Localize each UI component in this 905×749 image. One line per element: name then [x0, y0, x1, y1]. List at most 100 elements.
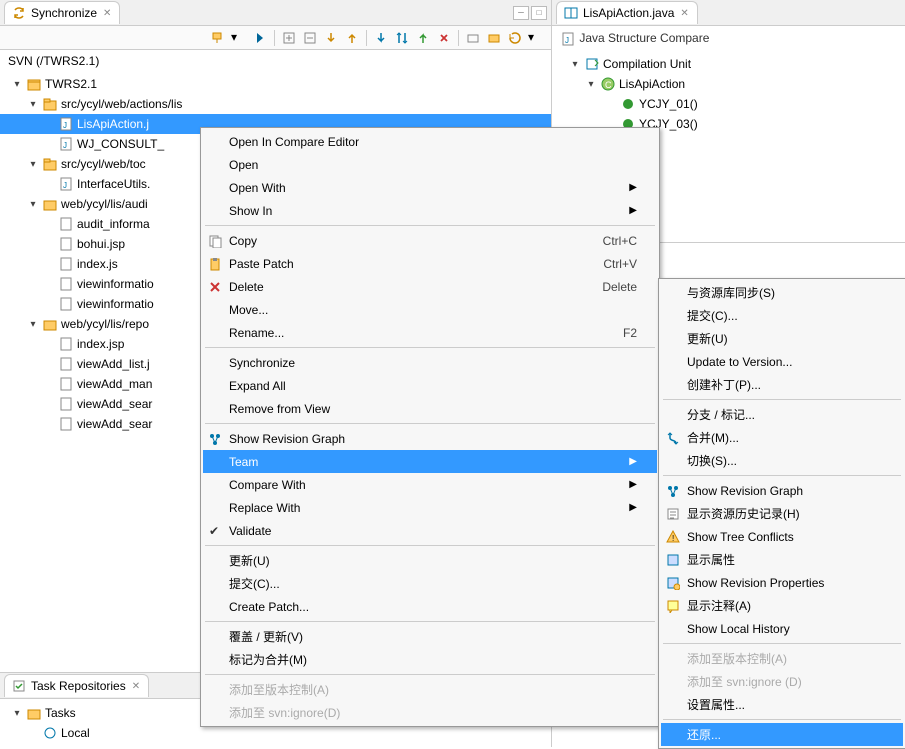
incoming-icon[interactable] [372, 29, 390, 47]
menu-item[interactable]: 提交(C)... [661, 304, 903, 327]
menu-item-label: 添加至 svn:ignore(D) [229, 704, 340, 721]
menu-item[interactable]: Show Revision Graph [203, 427, 657, 450]
expand-icon[interactable] [280, 29, 298, 47]
delete-icon [207, 279, 223, 295]
menu-item[interactable]: Show Revision Properties [661, 571, 903, 594]
menu-item[interactable]: 提交(C)... [203, 572, 657, 595]
java-file-icon: J [58, 136, 74, 152]
close-icon[interactable]: ✕ [132, 681, 140, 692]
folder-icon [42, 196, 58, 212]
menu-item[interactable]: Replace With▶ [203, 496, 657, 519]
commit-icon[interactable] [485, 29, 503, 47]
menu-item[interactable]: Move... [203, 298, 657, 321]
menu-item[interactable]: ✔Validate [203, 519, 657, 542]
menu-item[interactable]: 标记为合并(M) [203, 648, 657, 671]
menu-item[interactable]: Open In Compare Editor [203, 130, 657, 153]
close-icon[interactable]: ✕ [680, 8, 688, 19]
java-icon: J [560, 31, 576, 47]
menu-item[interactable]: Paste PatchCtrl+V [203, 252, 657, 275]
dropdown-icon[interactable]: ▾ [230, 29, 248, 47]
jsp-file-icon [58, 296, 74, 312]
menu-item[interactable]: 与资源库同步(S) [661, 281, 903, 304]
jsp-file-icon [58, 236, 74, 252]
tab-task-repositories[interactable]: Task Repositories ✕ [4, 674, 149, 697]
refresh-icon[interactable] [506, 29, 524, 47]
outgoing-icon[interactable] [414, 29, 432, 47]
menu-item[interactable]: DeleteDelete [203, 275, 657, 298]
menu-item[interactable]: Create Patch... [203, 595, 657, 618]
menu-item[interactable]: Compare With▶ [203, 473, 657, 496]
menu-separator [663, 719, 901, 720]
structure-tree: ▾Compilation Unit ▾CLisApiAction ·YCJY_0… [552, 52, 905, 136]
menu-separator [663, 475, 901, 476]
folder-icon [26, 705, 42, 721]
merge-icon [665, 430, 681, 446]
menu-item[interactable]: CopyCtrl+C [203, 229, 657, 252]
menu-item[interactable]: 合并(M)... [661, 426, 903, 449]
paste-icon [207, 256, 223, 272]
menu-item[interactable]: 切换(S)... [661, 449, 903, 472]
menu-item[interactable]: Open [203, 153, 657, 176]
conflict-icon[interactable] [435, 29, 453, 47]
menu-item[interactable]: Update to Version... [661, 350, 903, 373]
jsp-file-icon [58, 356, 74, 372]
menu-item[interactable]: Show In▶ [203, 199, 657, 222]
menu-item[interactable]: 还原... [661, 723, 903, 746]
menu-icon[interactable]: ▾ [527, 29, 545, 47]
menu-item[interactable]: Show Local History [661, 617, 903, 640]
menu-item[interactable]: 覆盖 / 更新(V) [203, 625, 657, 648]
menu-separator [205, 225, 655, 226]
menu-item[interactable]: 显示资源历史记录(H) [661, 502, 903, 525]
menu-separator [205, 423, 655, 424]
close-icon[interactable]: ✕ [103, 8, 111, 19]
menu-item[interactable]: 更新(U) [203, 549, 657, 572]
menu-item[interactable]: Team▶ [203, 450, 657, 473]
menu-item[interactable]: 分支 / 标记... [661, 403, 903, 426]
menu-item-label: Paste Patch [229, 257, 294, 271]
minimize-icon[interactable]: ─ [513, 6, 529, 20]
menu-item[interactable]: 显示属性 [661, 548, 903, 571]
menu-item[interactable]: 更新(U) [661, 327, 903, 350]
menu-item-label: Update to Version... [687, 355, 792, 369]
structure-method[interactable]: ·YCJY_01() [552, 94, 905, 114]
collapse-icon[interactable] [301, 29, 319, 47]
menu-item-label: 更新(U) [229, 552, 270, 569]
menu-item-label: 覆盖 / 更新(V) [229, 628, 303, 645]
method-icon [620, 96, 636, 112]
nav-icon[interactable] [251, 29, 269, 47]
menu-item[interactable]: 创建补丁(P)... [661, 373, 903, 396]
pin-icon[interactable] [209, 29, 227, 47]
up-arrow-icon[interactable] [343, 29, 361, 47]
menu-item[interactable]: Rename...F2 [203, 321, 657, 344]
menu-item[interactable]: Open With▶ [203, 176, 657, 199]
menu-item-label: Validate [229, 524, 271, 538]
svg-text:J: J [63, 181, 67, 190]
menu-item-label: Show In [229, 204, 272, 218]
java-file-icon: J [58, 116, 74, 132]
menu-item[interactable]: Show Revision Graph [661, 479, 903, 502]
maximize-icon[interactable]: □ [531, 6, 547, 20]
menu-item[interactable]: Synchronize [203, 351, 657, 374]
menu-item[interactable]: !Show Tree Conflicts [661, 525, 903, 548]
both-icon[interactable] [393, 29, 411, 47]
menu-item[interactable]: Remove from View [203, 397, 657, 420]
tab-lisapiaction[interactable]: LisApiAction.java ✕ [556, 1, 698, 24]
tree-root[interactable]: ▾TWRS2.1 [0, 74, 551, 94]
update-icon[interactable] [464, 29, 482, 47]
jsp-file-icon [58, 216, 74, 232]
sync-toolbar: ▾ ▾ [0, 26, 551, 50]
structure-cu[interactable]: ▾Compilation Unit [552, 54, 905, 74]
down-arrow-icon[interactable] [322, 29, 340, 47]
tab-synchronize[interactable]: Synchronize ✕ [4, 1, 120, 24]
menu-item[interactable]: 显示注释(A) [661, 594, 903, 617]
revprop-icon [665, 575, 681, 591]
project-icon [26, 76, 42, 92]
menu-item[interactable]: Expand All [203, 374, 657, 397]
tree-folder[interactable]: ▾src/ycyl/web/actions/lis [0, 94, 551, 114]
menu-item[interactable]: 设置属性... [661, 693, 903, 716]
menu-item-label: 添加至版本控制(A) [687, 650, 787, 667]
structure-class[interactable]: ▾CLisApiAction [552, 74, 905, 94]
menu-shortcut: F2 [603, 326, 637, 340]
java-file-icon: J [58, 176, 74, 192]
jsp-file-icon [58, 416, 74, 432]
